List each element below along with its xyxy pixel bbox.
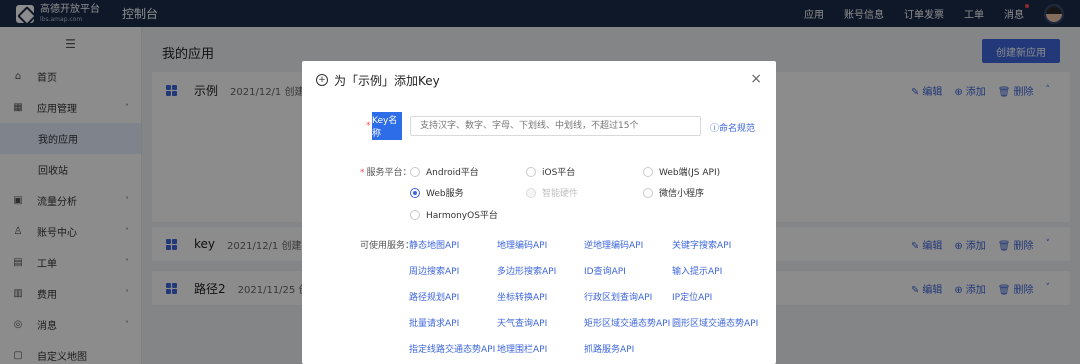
service-link[interactable]: 输入提示API (672, 264, 722, 277)
service-link[interactable]: 地理围栏API (497, 342, 547, 355)
add-key-dialog: + 为「示例」添加Key × * Key名称 ⓘ命名规范 *服务平台： Andr… (302, 61, 776, 364)
service-link[interactable]: IP定位API (672, 290, 712, 303)
key-name-input[interactable] (410, 116, 701, 136)
platform-radio-harmonyos[interactable]: HarmonyOS平台 (410, 208, 498, 221)
services-label: 可使用服务： (360, 241, 415, 251)
platform-radio-web-service[interactable]: Web服务 (410, 186, 464, 199)
platform-radio-smart-hardware: 智能硬件 (526, 186, 578, 199)
radio-circle (526, 187, 536, 198)
plus-circle-icon: + (316, 74, 328, 86)
info-icon: ⓘ (710, 124, 720, 134)
required-marker: * (366, 121, 371, 131)
platform-radio-wechat-mini[interactable]: 微信小程序 (643, 186, 704, 199)
platform-radio-ios[interactable]: iOS平台 (526, 165, 575, 178)
radio-circle (410, 166, 420, 177)
service-link[interactable]: 行政区划查询API (584, 290, 652, 303)
radio-circle (526, 166, 536, 177)
service-link[interactable]: 关键字搜索API (672, 238, 731, 251)
platform-label: * 服务平台： (360, 168, 412, 178)
close-icon[interactable]: × (750, 71, 762, 87)
platform-radio-web-js[interactable]: Web端(JS API) (643, 165, 720, 178)
platform-radio-android[interactable]: Android平台 (410, 165, 479, 178)
radio-circle (410, 209, 420, 220)
service-link[interactable]: 路径规划API (409, 290, 459, 303)
service-link[interactable]: 矩形区域交通态势API (584, 316, 670, 329)
service-link[interactable]: 多边形搜索API (497, 264, 556, 277)
service-link[interactable]: 圆形区域交通态势API (672, 316, 758, 329)
radio-circle (643, 187, 653, 198)
radio-circle (410, 187, 420, 198)
radio-circle (643, 166, 653, 177)
dialog-header: + 为「示例」添加Key × (302, 61, 776, 99)
service-link[interactable]: 天气查询API (497, 316, 547, 329)
service-link[interactable]: 逆地理编码API (584, 238, 643, 251)
service-link[interactable]: 坐标转换API (497, 290, 547, 303)
service-link[interactable]: 地理编码API (497, 238, 547, 251)
key-name-label: Key名称 (372, 112, 402, 140)
service-link[interactable]: 周边搜索API (409, 264, 459, 277)
service-link[interactable]: 静态地图API (409, 238, 459, 251)
service-link[interactable]: 抓路服务API (584, 342, 634, 355)
service-link[interactable]: ID查询API (584, 264, 626, 277)
service-link[interactable]: 指定线路交通态势API (409, 342, 495, 355)
service-link[interactable]: 批量请求API (409, 316, 459, 329)
naming-rule-link[interactable]: ⓘ命名规范 (710, 121, 755, 134)
dialog-title: 为「示例」添加Key (334, 73, 440, 88)
